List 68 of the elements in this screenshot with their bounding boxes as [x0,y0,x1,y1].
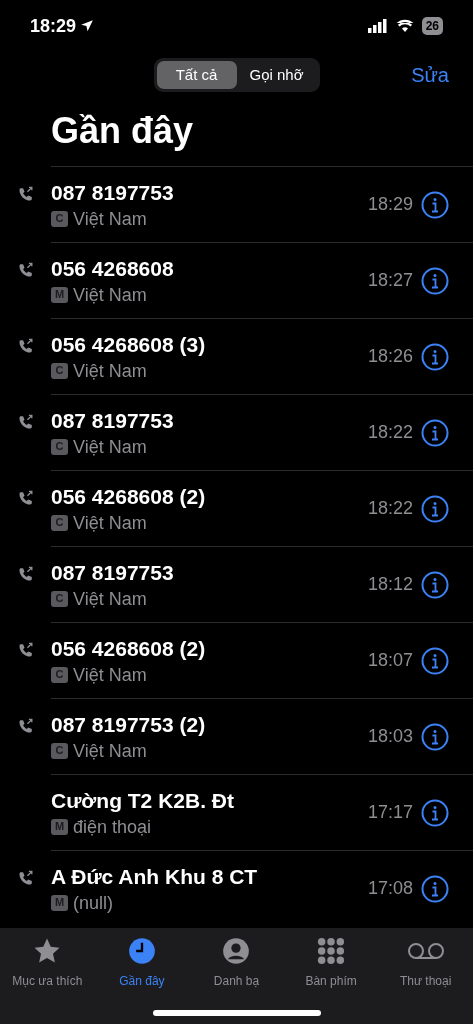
location-icon [80,19,95,33]
voicemail-icon [405,941,446,961]
clock-icon [127,937,156,965]
call-time: 17:17 [367,801,413,824]
tab-bar-item[interactable]: Mục ưa thích [0,936,95,990]
call-detail: Việt Nam [73,207,147,231]
info-icon[interactable] [421,190,449,219]
info-icon[interactable] [421,494,449,523]
sim-tag: C [51,362,68,379]
caller-name: A Đức Anh Khu 8 CT [51,863,259,890]
edit-button[interactable]: Sửa [411,60,449,90]
caller-name: 087 8197753 [51,407,175,434]
tab-bar-item[interactable]: Gần đây [94,936,190,990]
info-icon[interactable] [421,266,449,295]
sim-tag: C [51,210,68,227]
call-time: 18:12 [367,573,413,596]
caller-name: Cường T2 K2B. Đt [51,787,235,814]
segment-tab[interactable]: Tất cả [156,61,237,89]
call-detail: Việt Nam [73,283,147,307]
sim-tag: C [51,514,68,531]
caller-name: 056 4268608 (3) [51,331,207,358]
info-icon[interactable] [421,418,449,447]
call-time: 18:22 [367,421,413,444]
tab-bar-item[interactable]: Thư thoại [378,936,473,990]
info-icon[interactable] [421,570,449,599]
caller-name: 087 8197753 [51,559,175,586]
sim-tag: C [51,590,68,607]
sim-tag: C [51,438,68,455]
caller-name: 056 4268608 [51,255,175,282]
call-time: 18:27 [367,269,413,292]
info-icon[interactable] [421,646,449,675]
sim-tag: M [51,818,68,835]
call-detail: Việt Nam [73,435,147,459]
call-detail: Việt Nam [73,739,147,763]
info-icon[interactable] [421,874,449,903]
sim-tag: C [51,666,68,683]
keypad-icon [317,937,346,965]
call-detail: điện thoại [73,815,152,839]
call-time: 17:08 [367,877,413,900]
tab-bar-item[interactable]: Danh bạ [189,936,284,990]
call-time: 18:29 [367,193,413,216]
sim-tag: M [51,286,68,303]
tab-bar-item[interactable]: Bàn phím [283,936,379,990]
caller-name: 056 4268608 (2) [51,483,207,510]
person-icon [222,937,251,965]
battery-indicator: 26 [421,17,443,35]
caller-name: 087 8197753 (2) [51,711,207,738]
wifi-icon [395,19,414,33]
info-icon[interactable] [421,798,449,827]
page-title: Gần đây [51,109,195,153]
call-time: 18:26 [367,345,413,368]
info-icon[interactable] [421,342,449,371]
call-detail: (null) [73,891,113,915]
call-time: 18:03 [367,725,413,748]
caller-name: 056 4268608 (2) [51,635,207,662]
sim-tag: M [51,894,68,911]
segment-tab[interactable]: Gọi nhỡ [236,61,317,89]
call-detail: Việt Nam [73,511,147,535]
sim-tag: C [51,742,68,759]
call-detail: Việt Nam [73,663,147,687]
call-time: 18:07 [367,649,413,672]
signal-icon [367,19,388,33]
call-detail: Việt Nam [73,359,147,383]
caller-name: 087 8197753 [51,179,175,206]
call-detail: Việt Nam [73,587,147,611]
call-time: 18:22 [367,497,413,520]
status-time: 18:29 [30,14,77,38]
info-icon[interactable] [421,722,449,751]
